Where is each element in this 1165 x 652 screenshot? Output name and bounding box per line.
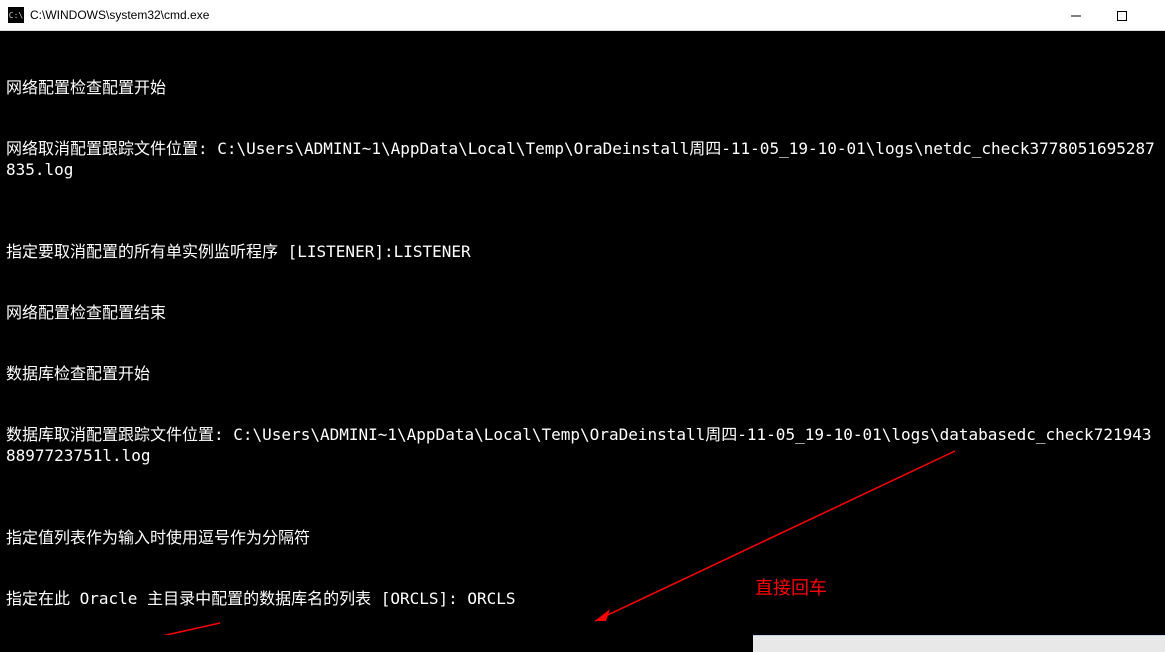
terminal-line: 网络配置检查配置结束: [6, 302, 1159, 323]
terminal-line: 指定在此 Oracle 主目录中配置的数据库名的列表 [ORCLS]: ORCL…: [6, 588, 1159, 609]
terminal-line: 指定要取消配置的所有单实例监听程序 [LISTENER]:LISTENER: [6, 241, 1159, 262]
minimize-button[interactable]: [1053, 0, 1099, 31]
window-title: C:\WINDOWS\system32\cmd.exe: [30, 8, 209, 22]
maximize-button[interactable]: [1099, 0, 1145, 31]
cmd-icon-label: C:\: [9, 11, 23, 20]
bottom-dark-segment: [0, 635, 753, 652]
bottom-light-segment: [753, 635, 1165, 652]
terminal-line: 指定值列表作为输入时使用逗号作为分隔符: [6, 527, 1159, 548]
bottom-edge: [0, 635, 1165, 652]
cmd-icon: C:\: [8, 7, 24, 23]
terminal-line: 网络取消配置跟踪文件位置: C:\Users\ADMINI~1\AppData\…: [6, 138, 1159, 180]
annotation-text: 直接回车: [755, 578, 827, 599]
terminal-line: 数据库检查配置开始: [6, 363, 1159, 384]
title-bar: C:\ C:\WINDOWS\system32\cmd.exe: [0, 0, 1165, 31]
close-button[interactable]: [1145, 0, 1165, 31]
window-controls: [1053, 0, 1165, 31]
terminal-line: 网络配置检查配置开始: [6, 77, 1159, 98]
terminal-output[interactable]: 网络配置检查配置开始 网络取消配置跟踪文件位置: C:\Users\ADMINI…: [0, 31, 1165, 635]
terminal-line: 数据库取消配置跟踪文件位置: C:\Users\ADMINI~1\AppData…: [6, 424, 1159, 466]
